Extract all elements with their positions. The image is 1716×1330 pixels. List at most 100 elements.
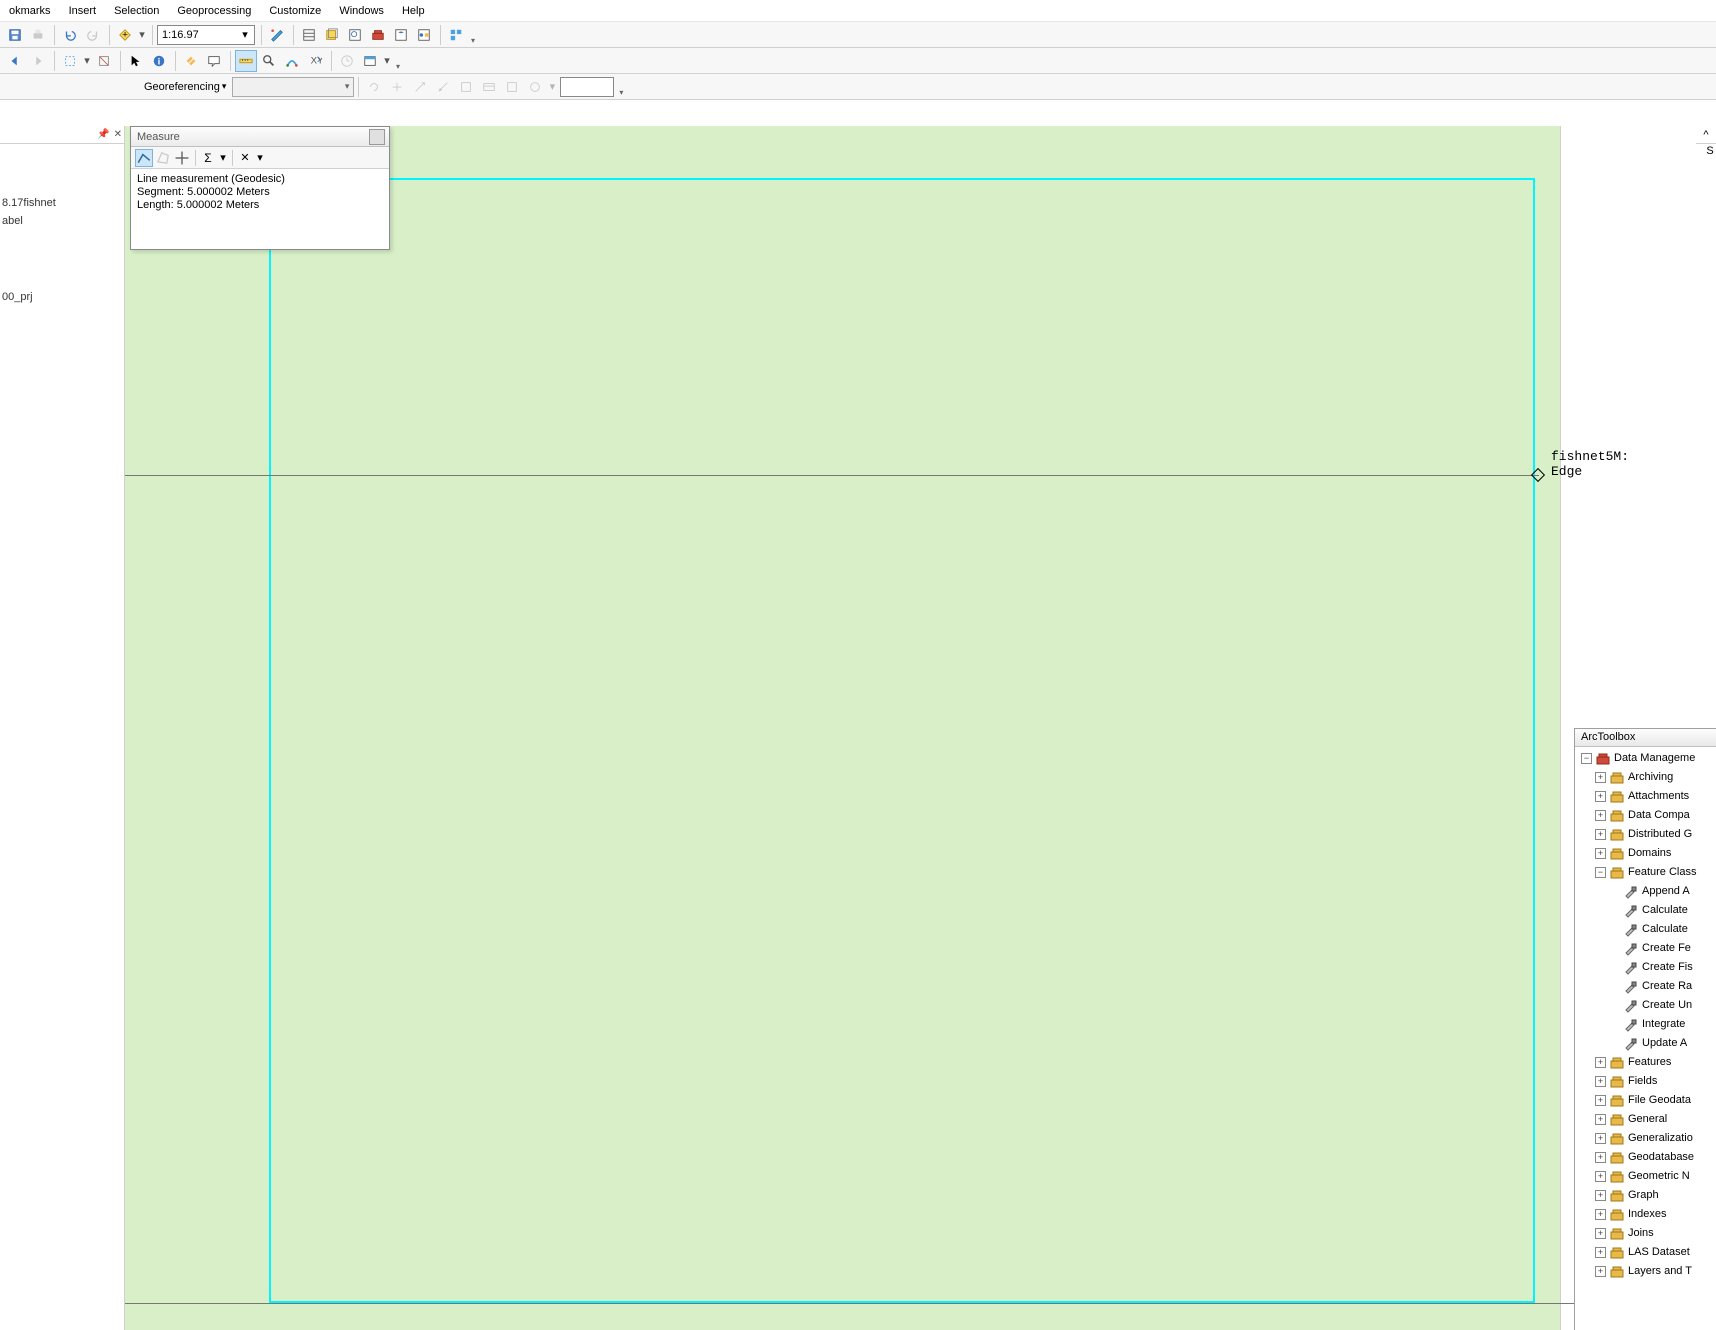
toolbar-overflow-1[interactable]: ▾ [468, 25, 478, 45]
expand-icon[interactable]: + [1595, 829, 1606, 840]
measure-button[interactable] [235, 50, 257, 72]
tree-toolset-graph[interactable]: +Graph [1575, 1186, 1716, 1205]
viewer-dropdown[interactable]: ▾ [382, 50, 392, 72]
python-button[interactable] [390, 24, 412, 46]
georef-autoadjust-button[interactable] [455, 76, 477, 98]
tree-toolset-domains[interactable]: +Domains [1575, 844, 1716, 863]
measure-title-bar[interactable]: Measure [131, 127, 389, 147]
menu-bookmarks[interactable]: okmarks [0, 2, 60, 20]
expand-icon[interactable]: + [1595, 1076, 1606, 1087]
georef-shift-button[interactable] [386, 76, 408, 98]
toc-button[interactable] [298, 24, 320, 46]
modelbuilder-button[interactable] [413, 24, 435, 46]
collapse-icon[interactable]: − [1581, 753, 1592, 764]
tree-tool-calculate1[interactable]: Calculate [1575, 901, 1716, 920]
georef-text-input[interactable] [560, 77, 614, 97]
next-extent-button[interactable] [27, 50, 49, 72]
print-button[interactable] [27, 24, 49, 46]
menu-windows[interactable]: Windows [330, 2, 393, 20]
georef-viewlinks-button[interactable] [478, 76, 500, 98]
georef-scale-button[interactable] [409, 76, 431, 98]
tree-tool-createfishnet[interactable]: Create Fis [1575, 958, 1716, 977]
expand-icon[interactable]: + [1595, 1228, 1606, 1239]
menu-insert[interactable]: Insert [60, 2, 106, 20]
select-features-button[interactable] [59, 50, 81, 72]
collapse-icon[interactable]: − [1595, 867, 1606, 878]
tree-toolset-indexes[interactable]: +Indexes [1575, 1205, 1716, 1224]
measure-feature-button[interactable] [173, 149, 191, 167]
tree-toolset-geometricn[interactable]: +Geometric N [1575, 1167, 1716, 1186]
tree-tool-calculate2[interactable]: Calculate [1575, 920, 1716, 939]
redo-button[interactable] [82, 24, 104, 46]
tree-tool-createra[interactable]: Create Ra [1575, 977, 1716, 996]
select-features-dropdown[interactable]: ▾ [82, 50, 92, 72]
find-button[interactable] [258, 50, 280, 72]
toolbar-options-1[interactable] [445, 24, 467, 46]
toolbar-overflow-2[interactable]: ▾ [393, 51, 403, 71]
tree-tool-createun[interactable]: Create Un [1575, 996, 1716, 1015]
tree-tool-createfe[interactable]: Create Fe [1575, 939, 1716, 958]
measure-units-dropdown[interactable]: ▾ [255, 149, 265, 167]
georef-delete-button[interactable] [524, 76, 546, 98]
editor-toolbar-button[interactable] [266, 24, 288, 46]
measure-sum-button[interactable]: Σ [199, 149, 217, 167]
tree-toolset-geodatabase[interactable]: +Geodatabase [1575, 1148, 1716, 1167]
prev-extent-button[interactable] [4, 50, 26, 72]
goto-xy-button[interactable]: XY [304, 50, 326, 72]
measure-sum-dropdown[interactable]: ▾ [218, 149, 228, 167]
arctoolbox-button[interactable] [367, 24, 389, 46]
select-elements-button[interactable] [125, 50, 147, 72]
viewer-window-button[interactable] [359, 50, 381, 72]
tree-toolset-attachments[interactable]: +Attachments [1575, 787, 1716, 806]
tree-toolbox-datamgmt[interactable]: − Data Manageme [1575, 749, 1716, 768]
tree-toolset-general[interactable]: +General [1575, 1110, 1716, 1129]
menu-help[interactable]: Help [393, 2, 434, 20]
scale-dropdown-icon[interactable]: ▾ [240, 28, 250, 41]
toolbar-overflow-3[interactable]: ▾ [616, 77, 626, 97]
tree-toolset-fields[interactable]: +Fields [1575, 1072, 1716, 1091]
expand-icon[interactable]: + [1595, 1133, 1606, 1144]
hyperlink-button[interactable] [180, 50, 202, 72]
toc-layer-1[interactable]: 8.17fishnet [2, 194, 122, 212]
georef-rotate-button[interactable] [363, 76, 385, 98]
tree-toolset-archiving[interactable]: +Archiving [1575, 768, 1716, 787]
tree-toolset-las[interactable]: +LAS Dataset [1575, 1243, 1716, 1262]
georef-dropdown[interactable]: ▾ [547, 76, 557, 98]
expand-icon[interactable]: + [1595, 1247, 1606, 1258]
measure-area-button[interactable] [154, 149, 172, 167]
tree-tool-update[interactable]: Update A [1575, 1034, 1716, 1053]
tree-toolset-features[interactable]: +Features [1575, 1053, 1716, 1072]
expand-icon[interactable]: + [1595, 1152, 1606, 1163]
add-data-button[interactable]: + [114, 24, 136, 46]
georef-layer-combo[interactable]: ▾ [232, 77, 354, 97]
tree-toolset-joins[interactable]: +Joins [1575, 1224, 1716, 1243]
measure-clear-button[interactable]: ✕ [236, 149, 254, 167]
expand-icon[interactable]: + [1595, 810, 1606, 821]
right-pane-pin[interactable]: ^ [1696, 126, 1716, 144]
expand-icon[interactable]: + [1595, 772, 1606, 783]
expand-icon[interactable]: + [1595, 791, 1606, 802]
tree-toolset-distributed[interactable]: +Distributed G [1575, 825, 1716, 844]
expand-icon[interactable]: + [1595, 1266, 1606, 1277]
tree-toolset-layers[interactable]: +Layers and T [1575, 1262, 1716, 1281]
georeferencing-menu[interactable]: Georeferencing▾ [140, 81, 230, 93]
tree-toolset-filegeodata[interactable]: +File Geodata [1575, 1091, 1716, 1110]
tree-tool-append[interactable]: Append A [1575, 882, 1716, 901]
measure-window[interactable]: Measure Σ ▾ ✕ ▾ Line measurement (Geodes… [130, 126, 390, 250]
georef-reset-button[interactable] [501, 76, 523, 98]
expand-icon[interactable]: + [1595, 1171, 1606, 1182]
save-button[interactable] [4, 24, 26, 46]
menu-selection[interactable]: Selection [105, 2, 168, 20]
add-data-dropdown[interactable]: ▾ [137, 24, 147, 46]
menu-geoprocessing[interactable]: Geoprocessing [168, 2, 260, 20]
search-window-button[interactable] [344, 24, 366, 46]
toc-layer-3[interactable]: 00_prj [2, 288, 122, 306]
expand-icon[interactable]: + [1595, 1190, 1606, 1201]
tree-tool-integrate[interactable]: Integrate [1575, 1015, 1716, 1034]
toc-pin-icon[interactable]: 📌 [97, 129, 109, 140]
tree-toolset-featureclass[interactable]: −Feature Class [1575, 863, 1716, 882]
right-pane-tab[interactable]: S [1704, 145, 1716, 157]
toc-layer-2[interactable]: abel [2, 212, 122, 230]
expand-icon[interactable]: + [1595, 1209, 1606, 1220]
expand-icon[interactable]: + [1595, 1095, 1606, 1106]
